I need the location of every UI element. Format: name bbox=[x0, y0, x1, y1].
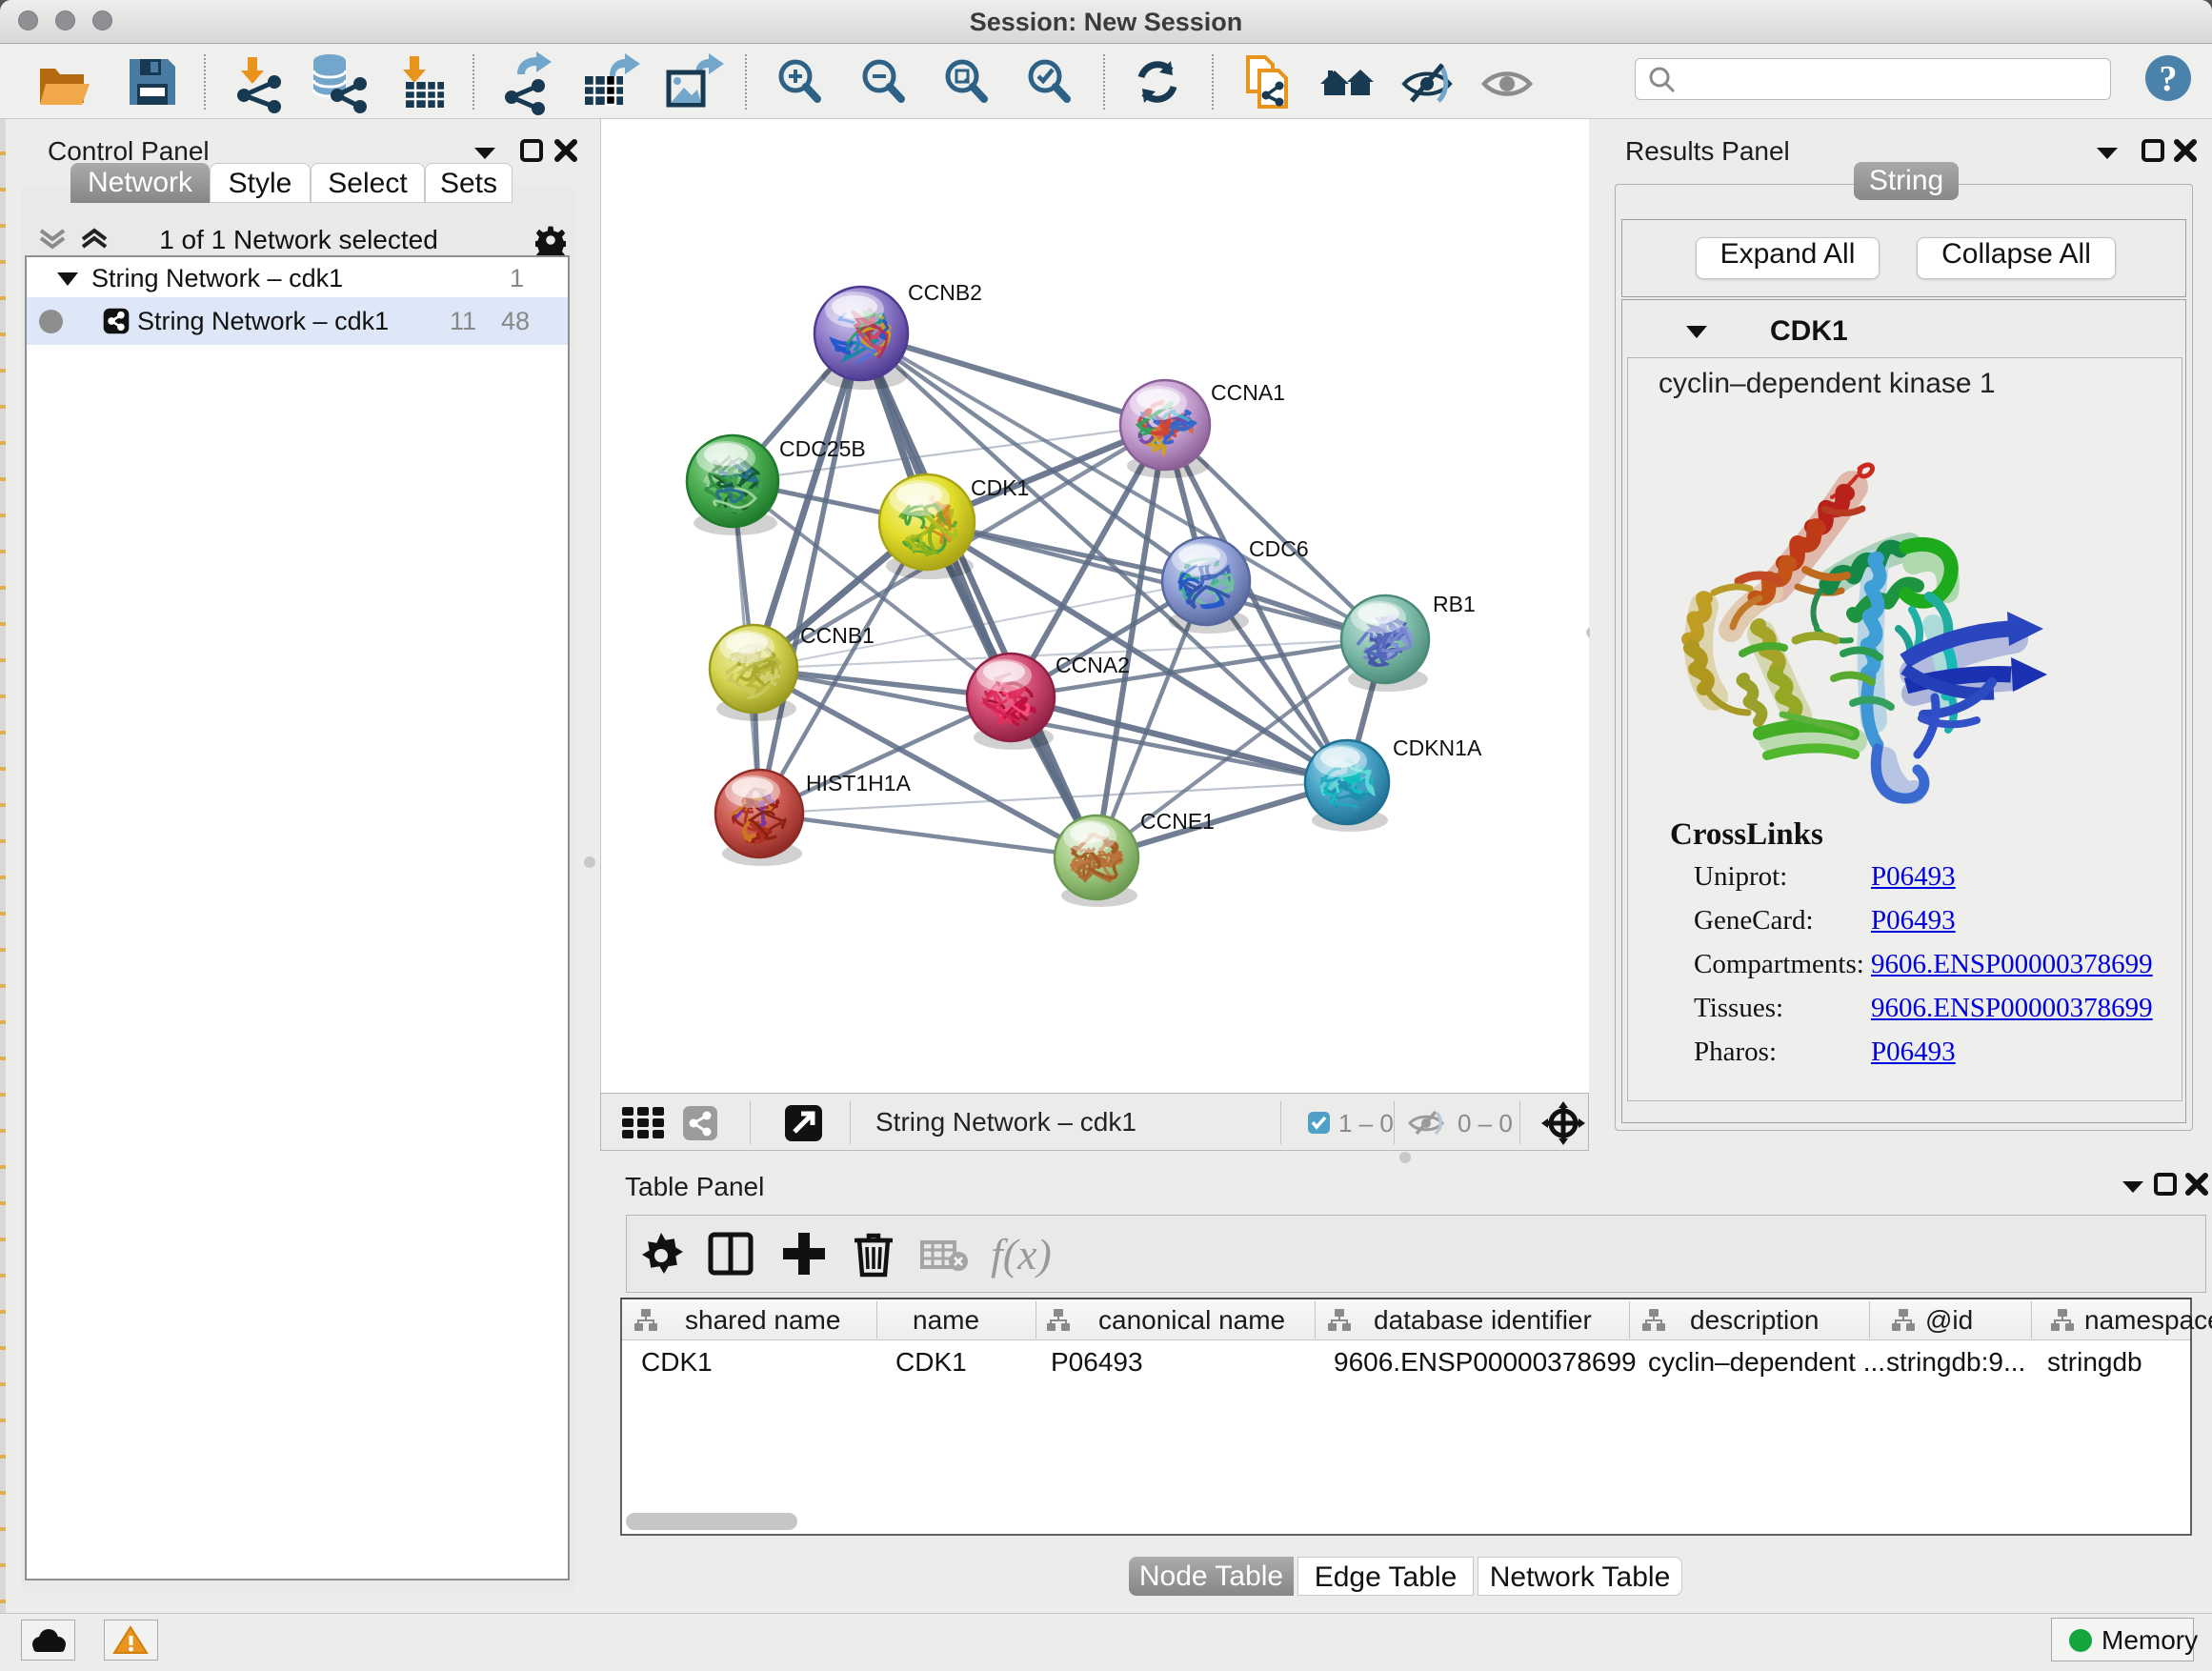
svg-text:CCNA2: CCNA2 bbox=[1056, 653, 1130, 677]
svg-text:f(x): f(x) bbox=[991, 1230, 1052, 1278]
svg-text:RB1: RB1 bbox=[1433, 592, 1476, 616]
svg-text:CDK1: CDK1 bbox=[971, 475, 1029, 500]
svg-text:?: ? bbox=[2160, 59, 2178, 99]
svg-text:CCNE1: CCNE1 bbox=[1140, 809, 1215, 834]
svg-text:HIST1H1A: HIST1H1A bbox=[806, 771, 912, 795]
svg-text:CDC6: CDC6 bbox=[1249, 536, 1309, 561]
svg-text:CCNB2: CCNB2 bbox=[908, 280, 982, 305]
svg-text:CDKN1A: CDKN1A bbox=[1393, 735, 1482, 760]
svg-text:CCNA1: CCNA1 bbox=[1211, 380, 1285, 405]
svg-text:CDC25B: CDC25B bbox=[779, 436, 866, 461]
svg-text:CCNB1: CCNB1 bbox=[800, 623, 875, 648]
